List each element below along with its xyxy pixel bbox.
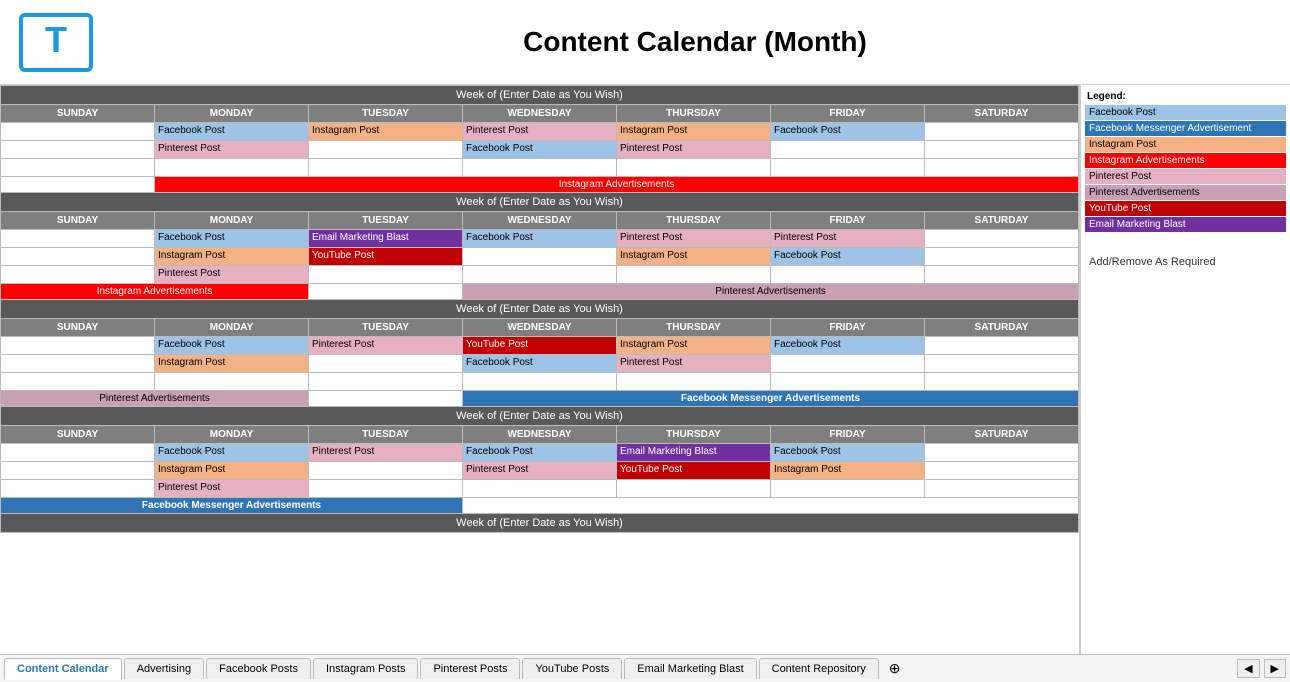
table-row: Facebook Post Instagram Post Pinterest P…: [1, 123, 1079, 141]
week4-header-row: Week of (Enter Date as You Wish): [1, 407, 1079, 426]
tab-content-repository[interactable]: Content Repository: [759, 658, 879, 679]
tab-nav: ◀ ▶: [1237, 659, 1286, 678]
title-area: Content Calendar (Month): [116, 26, 1274, 58]
week1-header-row: Week of (Enter Date as You Wish): [1, 86, 1079, 105]
table-row: [1, 159, 1079, 177]
legend-item-instagram-post: Instagram Post: [1085, 137, 1286, 152]
week3-header: Week of (Enter Date as You Wish): [1, 300, 1079, 319]
table-row: Pinterest Advertisements Facebook Messen…: [1, 391, 1079, 407]
tab-pinterest-posts[interactable]: Pinterest Posts: [420, 658, 520, 679]
legend-item-fb-post: Facebook Post: [1085, 105, 1286, 120]
legend-item-instagram-ad: Instagram Advertisements: [1085, 153, 1286, 168]
day-header-tue: TUESDAY: [309, 105, 463, 123]
week4-header: Week of (Enter Date as You Wish): [1, 407, 1079, 426]
legend-item-pinterest-post: Pinterest Post: [1085, 169, 1286, 184]
legend-add-note: Add/Remove As Required: [1085, 252, 1286, 272]
legend-item-fb-messenger: Facebook Messenger Advertisement: [1085, 121, 1286, 136]
week2-header-row: Week of (Enter Date as You Wish): [1, 193, 1079, 212]
tab-nav-left[interactable]: ◀: [1237, 659, 1259, 678]
table-row: Instagram Post YouTube Post Instagram Po…: [1, 248, 1079, 266]
tab-advertising[interactable]: Advertising: [124, 658, 204, 679]
day-header-mon: MONDAY: [155, 105, 309, 123]
table-row: Instagram Advertisements Pinterest Adver…: [1, 284, 1079, 300]
week3-day-headers: SUNDAY MONDAY TUESDAY WEDNESDAY THURSDAY…: [1, 319, 1079, 337]
table-row: Pinterest Post: [1, 480, 1079, 498]
tab-instagram-posts[interactable]: Instagram Posts: [313, 658, 418, 679]
legend-item-youtube-post: YouTube Post: [1085, 201, 1286, 216]
day-header-fri: FRIDAY: [771, 105, 925, 123]
calendar-area[interactable]: Week of (Enter Date as You Wish) SUNDAY …: [0, 85, 1080, 654]
tab-email-marketing[interactable]: Email Marketing Blast: [624, 658, 756, 679]
table-row: Pinterest Post Facebook Post Pinterest P…: [1, 141, 1079, 159]
table-row: Facebook Post Pinterest Post YouTube Pos…: [1, 337, 1079, 355]
week5-header-row: Week of (Enter Date as You Wish): [1, 514, 1079, 533]
page-title: Content Calendar (Month): [116, 26, 1274, 58]
tab-add-button[interactable]: ⊕: [881, 658, 909, 679]
day-header-wed: WEDNESDAY: [463, 105, 617, 123]
tab-facebook-posts[interactable]: Facebook Posts: [206, 658, 311, 679]
table-row: Pinterest Post: [1, 266, 1079, 284]
week1-header: Week of (Enter Date as You Wish): [1, 86, 1079, 105]
table-row: Instagram Advertisements: [1, 177, 1079, 193]
table-row: Instagram Post Pinterest Post YouTube Po…: [1, 462, 1079, 480]
app-container: T Content Calendar (Month) Week of (Ente…: [0, 0, 1290, 682]
tab-content-calendar[interactable]: Content Calendar: [4, 658, 122, 680]
day-header-sun: SUNDAY: [1, 105, 155, 123]
day-header-sat: SATURDAY: [925, 105, 1079, 123]
legend-title: Legend:: [1085, 89, 1286, 104]
week1-day-headers: SUNDAY MONDAY TUESDAY WEDNESDAY THURSDAY…: [1, 105, 1079, 123]
table-row: Facebook Post Email Marketing Blast Face…: [1, 230, 1079, 248]
main-area: Week of (Enter Date as You Wish) SUNDAY …: [0, 85, 1290, 654]
tab-nav-right[interactable]: ▶: [1264, 659, 1286, 678]
legend-item-pinterest-ad: Pinterest Advertisements: [1085, 185, 1286, 200]
day-header-thu: THURSDAY: [617, 105, 771, 123]
week2-header: Week of (Enter Date as You Wish): [1, 193, 1079, 212]
table-row: Instagram Post Facebook Post Pinterest P…: [1, 355, 1079, 373]
table-row: [1, 373, 1079, 391]
legend-item-email-blast: Email Marketing Blast: [1085, 217, 1286, 232]
header: T Content Calendar (Month): [0, 0, 1290, 85]
svg-text:T: T: [45, 19, 67, 60]
week3-header-row: Week of (Enter Date as You Wish): [1, 300, 1079, 319]
table-row: Facebook Post Pinterest Post Facebook Po…: [1, 444, 1079, 462]
legend-area: Legend: Facebook Post Facebook Messenger…: [1080, 85, 1290, 654]
tab-youtube-posts[interactable]: YouTube Posts: [522, 658, 622, 679]
tab-bar: Content Calendar Advertising Facebook Po…: [0, 654, 1290, 682]
logo-icon: T: [16, 10, 96, 75]
week5-header: Week of (Enter Date as You Wish): [1, 514, 1079, 533]
week2-day-headers: SUNDAY MONDAY TUESDAY WEDNESDAY THURSDAY…: [1, 212, 1079, 230]
table-row: Facebook Messenger Advertisements: [1, 498, 1079, 514]
week4-day-headers: SUNDAY MONDAY TUESDAY WEDNESDAY THURSDAY…: [1, 426, 1079, 444]
